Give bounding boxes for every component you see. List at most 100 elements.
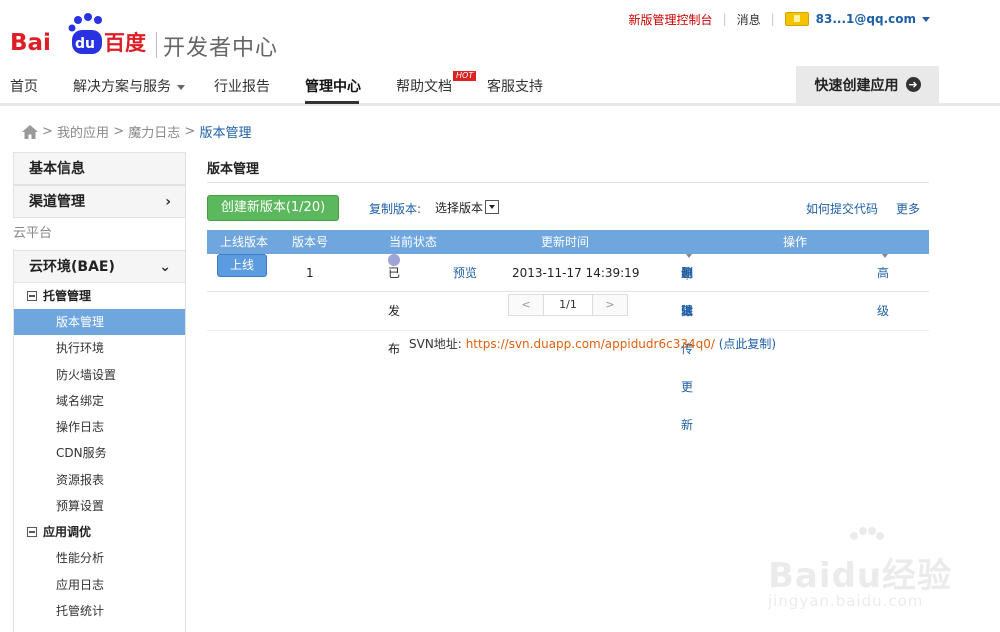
breadcrumb-separator: > [113, 124, 125, 139]
watermark-text: Baidu经验 [768, 556, 953, 596]
main-navbar: 首页 解决方案与服务 行业报告 管理中心 帮助文档 HOT 客服支持 快速创建应… [0, 66, 1000, 106]
sidebar-item-budget[interactable]: 预算设置 [14, 493, 185, 519]
sidebar-group-label: 应用调优 [43, 525, 92, 540]
sidebar: 基本信息 渠道管理 › 云平台 云环境(BAE) ⌄ 托管管理 版本管理 执行环… [13, 152, 186, 632]
sidebar-item-channel[interactable]: 渠道管理 › [14, 185, 185, 218]
how-to-submit-link[interactable]: 如何提交代码 [806, 200, 878, 217]
svg-text:百度: 百度 [104, 31, 146, 55]
preview-link[interactable]: 预览 [453, 254, 477, 292]
user-level-icon [784, 12, 809, 26]
column-header: 操作 [783, 235, 808, 249]
breadcrumb: > 我的应用 > 魔力日志 > 版本管理 [22, 122, 251, 141]
sidebar-item-perf[interactable]: 性能分析 [14, 545, 185, 571]
svn-divider [207, 330, 929, 331]
more-link[interactable]: 更多 [896, 200, 920, 217]
chevron-down-icon [882, 254, 888, 258]
sidebar-section-cloud: 云平台 [13, 218, 185, 250]
topbar-separator: | [722, 12, 727, 26]
breadcrumb-my-apps[interactable]: 我的应用 [57, 122, 109, 141]
collapse-icon [27, 527, 37, 538]
dropdown-arrow-icon [485, 200, 500, 214]
sidebar-item-firewall[interactable]: 防火墙设置 [14, 362, 185, 388]
nav-solutions[interactable]: 解决方案与服务 [73, 76, 185, 96]
nav-support[interactable]: 客服支持 [487, 76, 543, 96]
user-account-menu[interactable]: 83...1@qq.com [816, 12, 916, 26]
nav-solutions-label: 解决方案与服务 [73, 79, 171, 95]
watermark-url: jingyan.baidu.com [768, 592, 924, 610]
copy-svn-link[interactable]: (点此复制) [719, 337, 776, 351]
sidebar-item-op-log[interactable]: 操作日志 [14, 414, 185, 440]
nav-management[interactable]: 管理中心 [305, 76, 361, 96]
logo-subtitle: 开发者中心 [163, 36, 279, 61]
svn-label: SVN地址: [409, 337, 462, 351]
sidebar-item-hosting-stats[interactable]: 托管统计 [14, 598, 185, 624]
breadcrumb-separator: > [42, 124, 53, 139]
quick-create-label: 快速创建应用 [814, 77, 899, 94]
sidebar-item-basic-info[interactable]: 基本信息 [14, 152, 185, 185]
nav-help-docs[interactable]: 帮助文档 [396, 76, 452, 96]
prev-page-button[interactable]: < [508, 294, 544, 316]
baidu-jingyan-watermark: Baidu经验 jingyan.baidu.com [768, 526, 968, 616]
chevron-down-icon [686, 254, 692, 258]
nav-active-indicator [305, 101, 359, 104]
breadcrumb-current: 版本管理 [199, 126, 252, 141]
version-select[interactable]: 选择版本 [435, 198, 503, 216]
svn-address: SVN地址: https://svn.duapp.com/appidudr6c3… [409, 335, 776, 352]
page-title: 版本管理 [207, 162, 260, 177]
version-number: 1 [306, 266, 314, 280]
home-icon[interactable] [22, 124, 38, 139]
svn-url-link[interactable]: https://svn.duapp.com/appidudr6c334q0/ [466, 337, 715, 351]
breadcrumb-separator: > [184, 124, 196, 139]
sidebar-item-exec-env[interactable]: 执行环境 [14, 335, 185, 361]
baidu-logo[interactable]: du Bai 百度 开发者中心 [10, 12, 280, 61]
sidebar-item-cloud-env[interactable]: 云环境(BAE) ⌄ [14, 250, 185, 283]
pagination: < 1/1 > [508, 294, 628, 316]
svg-text:du: du [75, 36, 95, 52]
console-link[interactable]: 新版管理控制台 [629, 11, 713, 28]
updated-time: 2013-11-17 14:39:19 [512, 266, 640, 280]
column-header: 版本号 [292, 235, 329, 249]
breadcrumb-app[interactable]: 魔力日志 [128, 122, 180, 141]
sidebar-item-resource-report[interactable]: 资源报表 [14, 467, 185, 493]
sidebar-group-hosting[interactable]: 托管管理 [14, 283, 185, 309]
title-divider [207, 182, 929, 183]
column-header: 更新时间 [541, 235, 590, 249]
online-button[interactable]: 上线 [217, 254, 267, 277]
versions-table-header: 上线版本 版本号 当前状态 更新时间 操作 [207, 230, 929, 254]
sidebar-item-label: 云环境(BAE) [29, 259, 115, 275]
column-header: 上线版本 [220, 235, 269, 249]
baidu-logo-icon: du Bai 百度 [10, 13, 146, 56]
sidebar-item-domain[interactable]: 域名绑定 [14, 388, 185, 414]
svg-text:Bai: Bai [10, 30, 51, 56]
test-label: 测试 [681, 266, 694, 318]
sidebar-item-cdn[interactable]: CDN服务 [14, 440, 185, 466]
collapse-icon [27, 291, 37, 301]
page-indicator: 1/1 [544, 294, 592, 316]
quick-create-app-button[interactable]: 快速创建应用 ➜ [796, 66, 939, 103]
chevron-down-icon [177, 84, 185, 90]
hot-badge: HOT [453, 71, 477, 81]
messages-link[interactable]: 消息 [737, 11, 761, 28]
nav-industry-report[interactable]: 行业报告 [214, 76, 270, 96]
chevron-down-icon[interactable] [922, 16, 930, 22]
table-row: 上线 1 ✓ 已发布 预览 2013-11-17 14:39:19 包上传更新 | 编… [207, 254, 929, 432]
sidebar-group-label: 托管管理 [43, 289, 92, 303]
next-page-button[interactable]: > [592, 294, 628, 316]
sidebar-item-app-log[interactable]: 应用日志 [14, 572, 185, 598]
top-utility-bar: 新版管理控制台 | 消息 | 83...1@qq.com [629, 10, 930, 28]
create-version-button[interactable]: 创建新版本(1/20) [207, 195, 339, 221]
version-select-value: 选择版本 [435, 200, 484, 215]
logo-divider [156, 32, 157, 58]
sidebar-item-label: 渠道管理 [29, 194, 85, 210]
column-header: 当前状态 [389, 235, 438, 249]
arrow-right-icon: ➜ [905, 77, 921, 92]
advanced-label: 高级 [877, 266, 890, 318]
chevron-right-icon: › [165, 194, 171, 210]
status-text: 已发布 [388, 266, 401, 356]
nav-home[interactable]: 首页 [10, 76, 38, 96]
chevron-down-icon: ⌄ [159, 259, 171, 275]
sidebar-group-tuning[interactable]: 应用调优 [14, 519, 185, 545]
copy-version-label: 复制版本: [369, 202, 422, 216]
topbar-separator: | [770, 12, 775, 26]
sidebar-item-version-mgmt[interactable]: 版本管理 [14, 309, 185, 336]
